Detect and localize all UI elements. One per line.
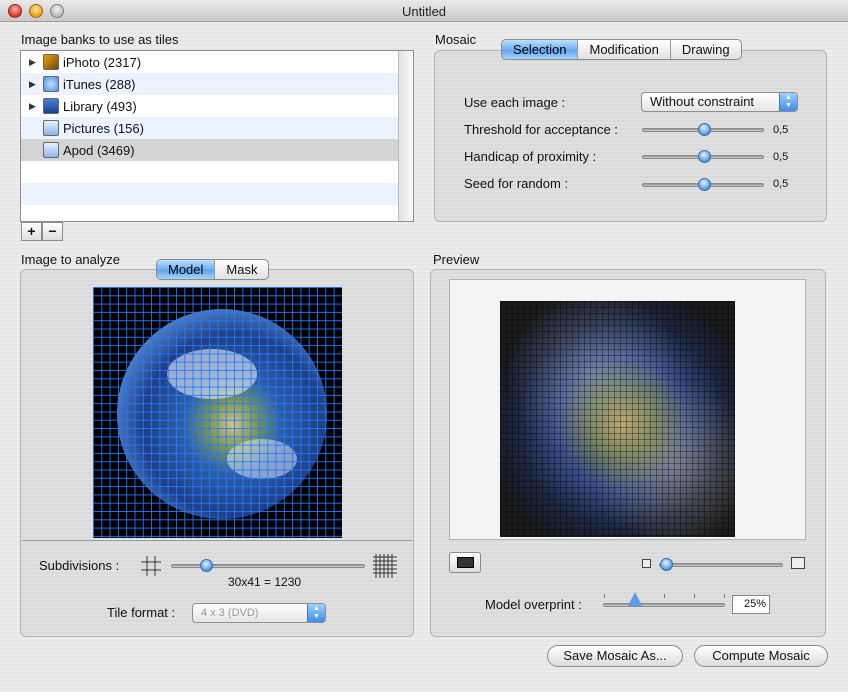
list-empty-row (21, 205, 413, 221)
subdivisions-label: Subdivisions : (39, 558, 120, 573)
handicap-slider-knob[interactable] (698, 150, 711, 163)
use-each-image-value: Without constraint (650, 94, 755, 109)
save-mosaic-as-button[interactable]: Save Mosaic As... (547, 645, 683, 667)
itunes-icon (43, 76, 59, 92)
model-overprint-field[interactable]: 25% (732, 595, 770, 614)
divider (22, 540, 412, 541)
folder-icon (43, 142, 59, 158)
tile-format-label: Tile format : (107, 605, 176, 620)
fit-to-window-button[interactable] (449, 552, 481, 573)
use-each-image-label: Use each image : (464, 95, 566, 110)
image-banks-list[interactable]: ▶ iPhoto (2317) ▶ iTunes (288) ▶ Library… (20, 50, 414, 222)
small-image-icon (642, 559, 651, 568)
mosaic-preview-image[interactable] (500, 301, 735, 537)
popup-arrows-icon: ▲ ▼ (779, 93, 797, 111)
bank-item-iphoto[interactable]: ▶ iPhoto (2317) (21, 51, 413, 73)
subdivision-grid-overlay (93, 287, 342, 538)
analyze-tabs: Model Mask (156, 259, 270, 280)
preview-label: Preview (433, 252, 480, 267)
bank-item-itunes[interactable]: ▶ iTunes (288) (21, 73, 413, 95)
folder-icon (43, 120, 59, 136)
list-empty-row (21, 183, 413, 205)
model-overprint-slider-knob[interactable] (628, 592, 642, 606)
threshold-slider[interactable] (642, 123, 764, 136)
model-overprint-label: Model overprint : (485, 597, 582, 612)
zoom-slider-knob[interactable] (660, 558, 673, 571)
bank-item-label: Pictures (156) (63, 120, 144, 136)
tile-format-popup[interactable]: 4 x 3 (DVD) ▲ ▼ (192, 603, 326, 623)
model-overprint-slider[interactable] (603, 592, 725, 607)
compute-mosaic-button[interactable]: Compute Mosaic (694, 645, 828, 667)
image-to-analyze-label: Image to analyze (21, 252, 121, 267)
handicap-value: 0,5 (773, 151, 789, 163)
subdivisions-value: 30x41 = 1230 (228, 575, 302, 589)
tab-mask[interactable]: Mask (215, 260, 268, 279)
tab-drawing[interactable]: Drawing (671, 40, 741, 59)
bank-item-label: iTunes (288) (63, 76, 136, 92)
zoom-slider[interactable] (659, 558, 783, 571)
threshold-value: 0,5 (773, 124, 789, 136)
seed-slider[interactable] (642, 178, 764, 191)
use-each-image-popup[interactable]: Without constraint ▲ ▼ (641, 92, 798, 112)
subdivisions-slider[interactable] (171, 559, 365, 572)
tab-modification[interactable]: Modification (578, 40, 671, 59)
library-icon (43, 98, 59, 114)
bank-item-library[interactable]: ▶ Library (493) (21, 95, 413, 117)
mosaic-tabs: Selection Modification Drawing (501, 39, 742, 60)
seed-label: Seed for random : (464, 176, 569, 191)
mosaic-label: Mosaic (435, 32, 477, 47)
seed-slider-knob[interactable] (698, 178, 711, 191)
add-bank-button[interactable]: + (21, 222, 42, 241)
bank-item-pictures[interactable]: Pictures (156) (21, 117, 413, 139)
popup-arrows-icon: ▲ ▼ (307, 604, 325, 622)
remove-bank-button[interactable]: − (42, 222, 63, 241)
coarse-grid-icon (141, 556, 161, 576)
threshold-slider-knob[interactable] (698, 123, 711, 136)
tab-model[interactable]: Model (157, 260, 216, 279)
tile-format-value: 4 x 3 (DVD) (201, 607, 259, 619)
bank-item-label: Apod (3469) (63, 142, 135, 158)
bank-item-apod[interactable]: Apod (3469) (21, 139, 413, 161)
handicap-slider[interactable] (642, 150, 764, 163)
threshold-label: Threshold for acceptance : (464, 122, 618, 137)
bank-item-label: Library (493) (63, 98, 137, 114)
disclosure-triangle-icon[interactable]: ▶ (29, 101, 39, 112)
handicap-label: Handicap of proximity : (464, 149, 597, 164)
image-banks-label: Image banks to use as tiles (21, 32, 179, 47)
fine-grid-icon (373, 554, 397, 578)
title-bar: Untitled (0, 0, 848, 22)
seed-value: 0,5 (773, 178, 789, 190)
iphoto-icon (43, 54, 59, 70)
tab-selection[interactable]: Selection (502, 40, 579, 59)
screen-icon (457, 557, 474, 568)
list-scrollbar[interactable] (398, 51, 413, 221)
subdivisions-slider-knob[interactable] (200, 559, 213, 572)
bank-item-label: iPhoto (2317) (63, 54, 142, 70)
disclosure-triangle-icon[interactable]: ▶ (29, 57, 39, 68)
large-image-icon (791, 557, 805, 569)
window-title: Untitled (401, 4, 447, 19)
list-empty-row (21, 161, 413, 183)
model-image[interactable] (93, 287, 342, 538)
mosaic-tiles (500, 301, 735, 537)
disclosure-triangle-icon[interactable]: ▶ (29, 79, 39, 90)
